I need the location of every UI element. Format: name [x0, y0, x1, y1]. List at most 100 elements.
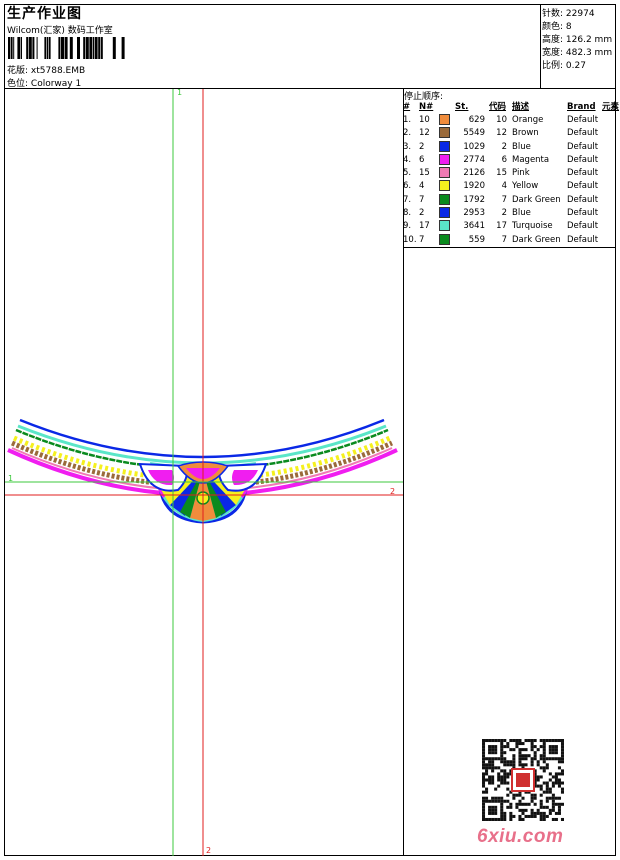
row-brand: Default	[567, 128, 599, 139]
color-swatch	[439, 167, 450, 179]
colorway: 色位: Colorway 1	[7, 76, 81, 89]
row-swatch	[439, 220, 455, 233]
row-swatch	[439, 180, 455, 193]
row-brand: Default	[567, 115, 599, 125]
color-swatch	[439, 153, 450, 165]
col-stitches: St.	[455, 102, 469, 112]
stat-stitches-label: 针数:	[542, 9, 564, 19]
row-element	[602, 194, 619, 207]
watermark-text: 6xiu.com	[477, 826, 564, 847]
row-stitches: 2126	[463, 168, 485, 179]
colorway-value: Colorway 1	[30, 79, 82, 89]
color-swatch	[439, 193, 450, 205]
row-description: Blue	[512, 208, 531, 219]
row-needle: 12	[419, 128, 430, 139]
color-swatch	[439, 140, 450, 152]
row-description: Pink	[512, 168, 530, 179]
row-swatch	[439, 153, 455, 167]
row-code: 6	[501, 154, 507, 165]
row-stitches: 5549	[463, 128, 485, 139]
row-code: 7	[501, 234, 507, 245]
row-brand: Default	[567, 141, 599, 152]
red-axis-bottom-label: 2	[206, 846, 212, 855]
row-code: 2	[501, 208, 507, 219]
row-element	[602, 220, 619, 233]
stats-divider	[540, 4, 541, 88]
color-row: 4. 6 2774 6 Magenta Default	[403, 153, 619, 167]
color-swatch	[439, 114, 450, 125]
color-swatch	[439, 127, 450, 139]
design-canvas	[5, 89, 403, 856]
design-value: xt5788.EMB	[30, 66, 86, 76]
col-code: 代码	[489, 102, 507, 112]
row-stitches: 3641	[463, 221, 485, 232]
row-needle: 4	[419, 181, 425, 192]
row-index: 6.	[403, 181, 412, 192]
barcode	[8, 37, 125, 59]
row-stitches: 1920	[463, 181, 485, 192]
color-sequence-table: # N# St. 代码 描述 Brand 元素 1. 10 629 10 Orange D…	[403, 100, 619, 247]
qr-code	[482, 739, 564, 821]
row-swatch	[439, 167, 455, 180]
stat-width: 宽度: 482.3 mm	[542, 45, 612, 58]
col-swatch	[439, 100, 455, 114]
stat-colors-value: 8	[565, 22, 572, 32]
page-title: 生产作业图	[7, 6, 82, 22]
row-swatch	[439, 140, 455, 154]
col-element: 元素	[602, 102, 620, 112]
row-element	[602, 114, 619, 127]
row-brand: Default	[567, 208, 599, 219]
col-description: 描述	[512, 102, 530, 112]
row-code: 4	[501, 181, 507, 192]
row-code: 15	[496, 168, 507, 179]
color-swatch	[439, 180, 450, 192]
colorway-label: 色位:	[7, 79, 29, 89]
row-element	[602, 127, 619, 140]
color-row: 6. 4 1920 4 Yellow Default	[403, 180, 619, 193]
row-index: 8.	[403, 208, 412, 219]
row-description: Brown	[512, 128, 539, 139]
stat-width-value: 482.3 mm	[565, 48, 613, 58]
color-row: 3. 2 1029 2 Blue Default	[403, 140, 619, 154]
row-code: 10	[496, 115, 507, 125]
row-brand: Default	[567, 168, 599, 179]
row-code: 7	[501, 194, 507, 205]
row-description: Dark Green	[512, 234, 561, 245]
stat-scale: 比例: 0.27	[542, 58, 586, 71]
row-brand: Default	[567, 154, 599, 165]
row-index: 9.	[403, 221, 412, 232]
row-description: Magenta	[512, 154, 550, 165]
design-file: 花版: xt5788.EMB	[7, 63, 85, 76]
row-index: 3.	[403, 141, 412, 152]
row-needle: 7	[419, 194, 425, 205]
stat-width-label: 宽度:	[542, 48, 564, 58]
stat-scale-value: 0.27	[565, 61, 586, 71]
color-row: 1. 10 629 10 Orange Default	[403, 114, 619, 127]
row-index: 2.	[403, 128, 412, 139]
green-axis-top-label: 1	[177, 88, 183, 97]
row-code: 2	[501, 141, 507, 152]
row-brand: Default	[567, 221, 599, 232]
row-swatch	[439, 114, 455, 127]
green-axis-left-label: 1	[8, 474, 14, 483]
row-needle: 7	[419, 234, 425, 245]
stat-colors: 颜色: 8	[542, 19, 572, 32]
row-stitches: 2774	[463, 154, 485, 165]
row-description: Orange	[512, 115, 544, 125]
row-needle: 2	[419, 141, 425, 152]
studio-name: Wilcom(汇家) 数码工作室	[7, 26, 113, 36]
row-index: 10.	[403, 234, 417, 245]
color-swatch	[439, 207, 450, 219]
color-row: 9. 17 3641 17 Turquoise Default	[403, 220, 619, 233]
row-index: 7.	[403, 194, 412, 205]
row-swatch	[439, 127, 455, 140]
stat-colors-label: 颜色:	[542, 22, 564, 32]
row-code: 12	[496, 128, 507, 139]
row-stitches: 559	[468, 234, 485, 245]
color-swatch	[439, 233, 450, 245]
row-brand: Default	[567, 194, 599, 205]
row-element	[602, 180, 619, 193]
row-swatch	[439, 207, 455, 220]
row-needle: 2	[419, 208, 425, 219]
row-stitches: 1029	[463, 141, 485, 152]
